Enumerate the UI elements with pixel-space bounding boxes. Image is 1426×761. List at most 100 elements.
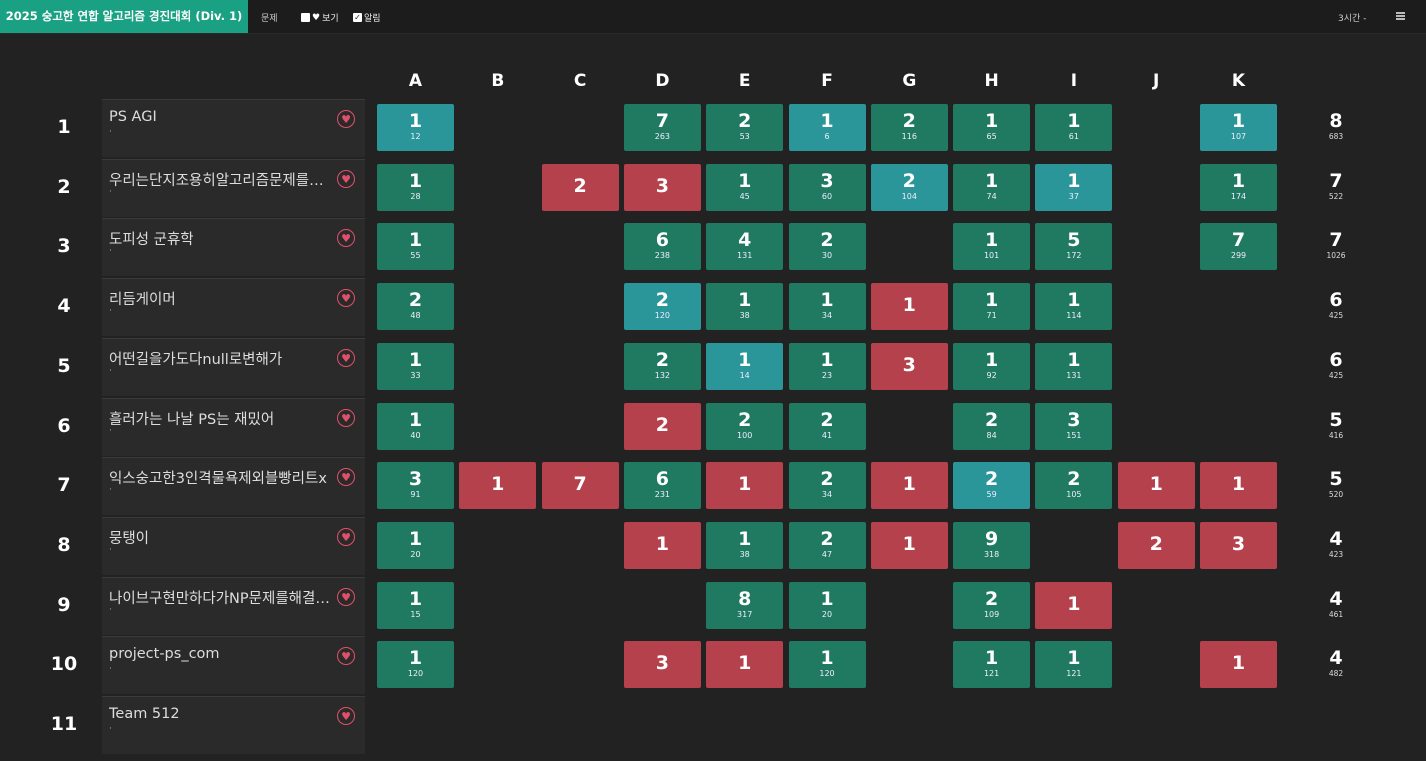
favorite-heart-icon[interactable]: ♥ [337,169,355,188]
solved-cell[interactable]: 9 318 [953,521,1031,569]
problem-header-k[interactable]: K [1200,71,1277,91]
problem-header-j[interactable]: J [1118,71,1195,91]
failed-cell[interactable]: 2 [541,163,619,211]
view-favorites-toggle[interactable]: ♥ 보기 [301,11,339,24]
favorite-heart-icon[interactable]: ♥ [337,348,355,367]
solved-cell[interactable]: 1 38 [706,521,784,569]
favorite-heart-icon[interactable]: ♥ [337,468,355,487]
solved-cell[interactable]: 1 45 [706,163,784,211]
failed-cell[interactable]: 1 [870,462,948,510]
alert-checkbox[interactable]: ✓ [353,13,362,22]
team-name[interactable]: 익스숭고한3인격물욕제외블빵리트x [109,467,331,488]
failed-cell[interactable]: 1 [1035,581,1113,629]
solved-cell[interactable]: 3 60 [788,163,866,211]
solved-cell[interactable]: 3 91 [377,462,454,510]
team-name[interactable]: 어떤길을가도다null로변해가 [109,348,331,369]
failed-cell[interactable]: 3 [623,641,701,689]
first-solve-cell[interactable]: 2 104 [870,163,948,211]
favorite-heart-icon[interactable]: ♥ [337,527,355,546]
solved-cell[interactable]: 1 55 [377,223,454,271]
favorite-heart-icon[interactable]: ♥ [337,647,355,666]
solved-cell[interactable]: 1 71 [953,283,1031,331]
solved-cell[interactable]: 1 92 [953,342,1031,390]
team-name[interactable]: project-ps_com [109,646,331,662]
team-row[interactable]: Team 512 · ♥ [102,696,365,754]
solved-cell[interactable]: 1 121 [1035,641,1113,689]
first-solve-cell[interactable]: 2 120 [623,283,701,331]
menu-icon[interactable] [1396,12,1405,20]
solved-cell[interactable]: 1 40 [377,402,454,450]
solved-cell[interactable]: 1 174 [1200,163,1277,211]
team-name[interactable]: 뭉탱이 [109,527,331,548]
solved-cell[interactable]: 1 131 [1035,342,1113,390]
solved-cell[interactable]: 1 61 [1035,104,1113,151]
solved-cell[interactable]: 2 105 [1035,462,1113,510]
failed-cell[interactable]: 1 [870,521,948,569]
failed-cell[interactable]: 7 [541,462,619,510]
solved-cell[interactable]: 2 109 [953,581,1031,629]
solved-cell[interactable]: 1 101 [953,223,1031,271]
problem-header-g[interactable]: G [871,71,948,91]
team-name[interactable]: 흘러가는 나날 PS는 재밌어 [109,408,331,429]
failed-cell[interactable]: 2 [1117,521,1195,569]
solved-cell[interactable]: 6 238 [623,223,701,271]
solved-cell[interactable]: 4 131 [706,223,784,271]
first-solve-cell[interactable]: 1 107 [1200,104,1277,151]
team-row[interactable]: 도피성 군휴학 · ♥ [102,218,365,277]
solved-cell[interactable]: 1 23 [788,342,866,390]
favorite-heart-icon[interactable]: ♥ [337,707,355,725]
solved-cell[interactable]: 8 317 [706,581,784,629]
solved-cell[interactable]: 2 47 [788,521,866,569]
solved-cell[interactable]: 1 20 [788,581,866,629]
team-row[interactable]: 어떤길을가도다null로변해가 · ♥ [102,337,365,396]
team-name[interactable]: 도피성 군휴학 [109,228,331,249]
problem-header-c[interactable]: C [542,71,619,91]
problem-header-f[interactable]: F [789,71,866,91]
team-name[interactable]: Team 512 [109,706,331,722]
solved-cell[interactable]: 2 100 [706,402,784,450]
failed-cell[interactable]: 1 [1200,462,1277,510]
solved-cell[interactable]: 1 65 [953,104,1031,151]
solved-cell[interactable]: 2 84 [953,402,1031,450]
solved-cell[interactable]: 1 120 [788,641,866,689]
team-row[interactable]: PS AGI · ♥ [102,99,365,157]
team-row[interactable]: 리듬게이머 · ♥ [102,278,365,337]
favorite-heart-icon[interactable]: ♥ [337,289,355,308]
team-row[interactable]: 흘러가는 나날 PS는 재밌어 · ♥ [102,397,365,456]
solved-cell[interactable]: 1 15 [377,581,454,629]
solved-cell[interactable]: 1 74 [953,163,1031,211]
time-range-select[interactable]: 3시간 - [1338,11,1366,24]
team-name[interactable]: 우리는단지조용히알고리즘문제를풀고싶었을뿐 [109,169,331,190]
first-solve-cell[interactable]: 16 [788,104,866,151]
team-name[interactable]: 나이브구현만하다가NP문제를해결했다 [109,587,331,608]
favorite-heart-icon[interactable]: ♥ [337,110,355,128]
favorite-heart-icon[interactable]: ♥ [337,408,355,427]
contest-title[interactable]: 2025 숭고한 연합 알고리즘 경진대회 (Div. 1) [0,0,248,33]
failed-cell[interactable]: 1 [1117,462,1195,510]
first-solve-cell[interactable]: 1 14 [706,342,784,390]
solved-cell[interactable]: 2 53 [706,104,784,151]
team-row[interactable]: 우리는단지조용히알고리즘문제를풀고싶었을뿐· ♥ [102,158,365,217]
failed-cell[interactable]: 1 [623,521,701,569]
problem-header-a[interactable]: A [377,71,454,91]
solved-cell[interactable]: 1 34 [788,283,866,331]
failed-cell[interactable]: 1 [706,641,784,689]
problems-menu[interactable]: 문제 [261,11,278,24]
solved-cell[interactable]: 5 172 [1035,223,1113,271]
failed-cell[interactable]: 1 [459,462,537,510]
failed-cell[interactable]: 3 [1200,521,1277,569]
team-row[interactable]: 뭉탱이 · ♥ [102,516,365,575]
problem-header-e[interactable]: E [706,71,783,91]
solved-cell[interactable]: 2 34 [788,462,866,510]
solved-cell[interactable]: 1 33 [377,342,454,390]
favorite-heart-icon[interactable]: ♥ [337,229,355,248]
problem-header-h[interactable]: H [953,71,1030,91]
alert-toggle[interactable]: ✓ 알림 [353,11,381,24]
solved-cell[interactable]: 2 41 [788,402,866,450]
view-checkbox[interactable] [301,13,310,22]
solved-cell[interactable]: 1 28 [377,163,454,211]
solved-cell[interactable]: 1 20 [377,521,454,569]
first-solve-cell[interactable]: 2 59 [953,462,1031,510]
team-row[interactable]: 나이브구현만하다가NP문제를해결했다 · ♥ [102,576,365,635]
solved-cell[interactable]: 1 121 [953,641,1031,689]
